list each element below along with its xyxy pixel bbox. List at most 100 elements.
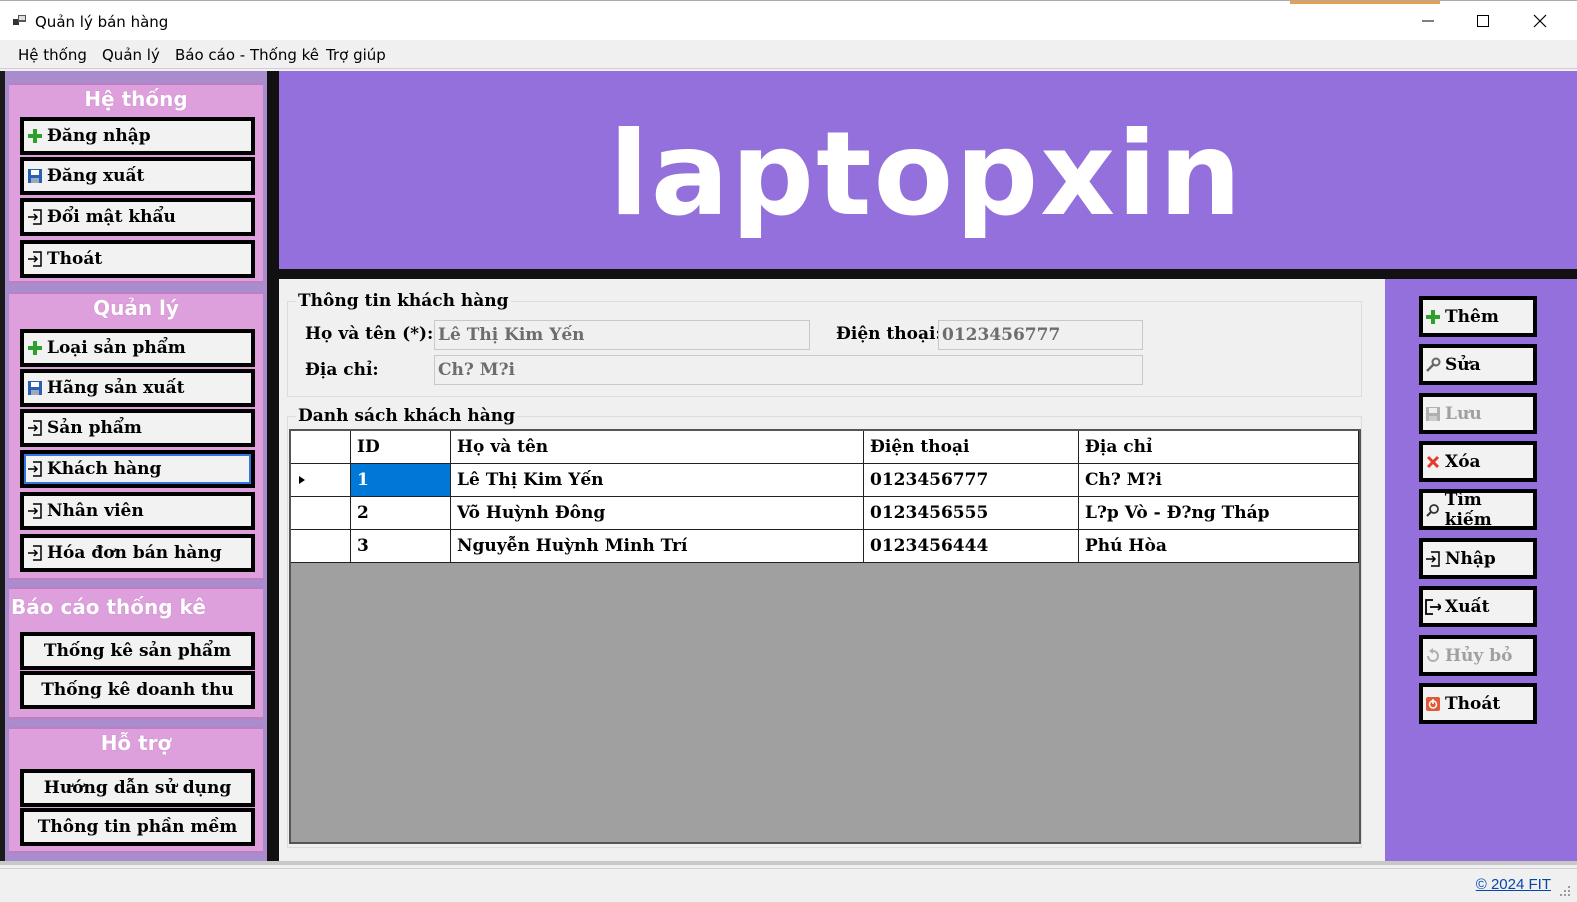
customer-info-title: Thông tin khách hàng: [296, 291, 511, 311]
cell-phone[interactable]: 0123456555: [864, 497, 1079, 530]
menu-manage[interactable]: Quản lý: [102, 46, 160, 64]
column-header-id[interactable]: ID: [351, 431, 451, 464]
import-button[interactable]: Nhập: [1419, 538, 1537, 579]
cell-address[interactable]: Phú Hòa: [1079, 530, 1359, 563]
sidebar-item-product-stats[interactable]: Thống kê sản phẩm: [20, 632, 255, 670]
table-row[interactable]: 3 Nguyễn Huỳnh Minh Trí 0123456444 Phú H…: [291, 530, 1359, 563]
cell-address[interactable]: Ch? M?i: [1079, 464, 1359, 497]
enter-icon: [27, 420, 43, 436]
menu-help[interactable]: Trợ giúp: [326, 46, 386, 64]
sidebar-group-reports: Báo cáo thống kê Thống kê sản phẩm Thống…: [9, 587, 263, 719]
row-header-corner: [291, 431, 351, 464]
sidebar-item-login[interactable]: Đăng nhập: [20, 117, 255, 155]
resize-grip-icon[interactable]: [1559, 885, 1571, 897]
table-row[interactable]: 1 Lê Thị Kim Yến 0123456777 Ch? M?i: [291, 464, 1359, 497]
sidebar-item-label: Thông tin phần mềm: [37, 817, 238, 837]
sidebar-item-about[interactable]: Thông tin phần mềm: [20, 808, 255, 846]
cancel-button[interactable]: Hủy bỏ: [1419, 635, 1537, 676]
sidebar-item-change-password[interactable]: Đổi mật khẩu: [20, 198, 255, 236]
group-title-reports: Báo cáo thống kê: [11, 595, 206, 619]
wrench-icon: [1425, 357, 1441, 373]
maximize-icon: [1477, 15, 1489, 27]
save-button[interactable]: Lưu: [1419, 393, 1537, 434]
menu-reports[interactable]: Báo cáo - Thống kê: [175, 46, 319, 64]
cell-phone[interactable]: 0123456777: [864, 464, 1079, 497]
enter-icon: [27, 209, 43, 225]
edit-button[interactable]: Sửa: [1419, 344, 1537, 385]
plus-icon: [27, 340, 43, 356]
sidebar-item-employee[interactable]: Nhân viên: [20, 492, 255, 530]
row-header[interactable]: [291, 497, 351, 530]
cell-phone[interactable]: 0123456444: [864, 530, 1079, 563]
minimize-button[interactable]: [1405, 5, 1451, 37]
address-field[interactable]: Ch? M?i: [434, 355, 1143, 385]
row-header[interactable]: [291, 530, 351, 563]
row-header[interactable]: [291, 464, 351, 497]
sidebar-group-manage: Quản lý Loại sản phẩm Hãng sản xuất Sản …: [9, 292, 263, 580]
action-label: Xóa: [1445, 451, 1481, 472]
exit-button[interactable]: Thoát: [1419, 683, 1537, 724]
action-label: Thoát: [1445, 693, 1501, 714]
sidebar-item-label: Sản phẩm: [47, 418, 142, 438]
sidebar-item-customer[interactable]: Khách hàng: [20, 450, 255, 488]
sidebar-item-user-guide[interactable]: Hướng dẫn sử dụng: [20, 769, 255, 807]
sidebar-item-product-type[interactable]: Loại sản phẩm: [20, 329, 255, 367]
cell-id[interactable]: 1: [351, 464, 451, 497]
delete-icon: [1425, 454, 1441, 470]
phone-field[interactable]: 0123456777: [938, 320, 1143, 350]
action-label: Sửa: [1445, 354, 1481, 375]
enter-icon: [27, 545, 43, 561]
table-row[interactable]: 2 Võ Huỳnh Đông 0123456555 L?p Vò - Đ?ng…: [291, 497, 1359, 530]
column-header-name[interactable]: Họ và tên: [451, 431, 864, 464]
enter-icon: [27, 503, 43, 519]
maximize-button[interactable]: [1460, 5, 1506, 37]
cell-id[interactable]: 3: [351, 530, 451, 563]
sidebar-item-revenue-stats[interactable]: Thống kê doanh thu: [20, 671, 255, 709]
export-button[interactable]: Xuất: [1419, 586, 1537, 627]
sidebar-item-label: Hướng dẫn sử dụng: [43, 778, 232, 798]
enter-icon: [27, 251, 43, 267]
sidebar-item-manufacturer[interactable]: Hãng sản xuất: [20, 369, 255, 407]
sidebar-item-label: Hãng sản xuất: [47, 378, 185, 398]
search-button[interactable]: Tìm kiếm: [1419, 489, 1537, 530]
sidebar-item-label: Khách hàng: [47, 459, 162, 479]
add-button[interactable]: Thêm: [1419, 296, 1537, 337]
sidebar-group-support: Hỗ trợ Hướng dẫn sử dụng Thông tin phần …: [9, 727, 263, 853]
cell-name[interactable]: Võ Huỳnh Đông: [451, 497, 864, 530]
sidebar-item-label: Loại sản phẩm: [47, 338, 186, 358]
delete-button[interactable]: Xóa: [1419, 441, 1537, 482]
close-button[interactable]: [1517, 5, 1563, 37]
sidebar-group-system: Hệ thống Đăng nhập Đăng xuất Đổi mật khẩ…: [9, 83, 263, 283]
sidebar-item-logout[interactable]: Đăng xuất: [20, 157, 255, 195]
plus-icon: [27, 128, 43, 144]
banner-separator: [279, 269, 1577, 279]
customer-grid[interactable]: ID Họ và tên Điện thoại Địa chỉ 1 Lê Thị…: [289, 429, 1361, 844]
minimize-icon: [1422, 20, 1434, 22]
sidebar-item-exit[interactable]: Thoát: [20, 240, 255, 278]
sidebar-item-label: Đăng nhập: [47, 126, 151, 146]
menu-system[interactable]: Hệ thống: [18, 46, 87, 64]
cell-id[interactable]: 2: [351, 497, 451, 530]
sidebar-item-invoice[interactable]: Hóa đơn bán hàng: [20, 534, 255, 572]
status-bar: © 2024 FIT: [0, 868, 1577, 902]
column-header-phone[interactable]: Điện thoại: [864, 431, 1079, 464]
enter-icon: [27, 461, 43, 477]
column-header-address[interactable]: Địa chỉ: [1079, 431, 1359, 464]
current-row-indicator-icon: [299, 476, 305, 484]
title-accent: [1290, 1, 1440, 4]
copyright-link[interactable]: © 2024 FIT: [1476, 876, 1551, 893]
sidebar-item-label: Hóa đơn bán hàng: [47, 543, 222, 563]
cell-address[interactable]: L?p Vò - Đ?ng Tháp: [1079, 497, 1359, 530]
window-title: Quản lý bán hàng: [35, 13, 169, 31]
sidebar-item-label: Đổi mật khẩu: [47, 207, 176, 227]
customer-panel: Thông tin khách hàng Họ và tên (*): Lê T…: [279, 279, 1385, 861]
cell-name[interactable]: Nguyễn Huỳnh Minh Trí: [451, 530, 864, 563]
cell-name[interactable]: Lê Thị Kim Yến: [451, 464, 864, 497]
brand-logo: laptopxin: [609, 107, 1244, 242]
action-label: Thêm: [1445, 306, 1499, 327]
grid-header-row: ID Họ và tên Điện thoại Địa chỉ: [291, 431, 1359, 464]
action-label: Tìm kiếm: [1444, 489, 1492, 530]
sidebar-item-product[interactable]: Sản phẩm: [20, 409, 255, 447]
group-title-manage: Quản lý: [93, 296, 179, 320]
name-field[interactable]: Lê Thị Kim Yến: [434, 320, 810, 350]
